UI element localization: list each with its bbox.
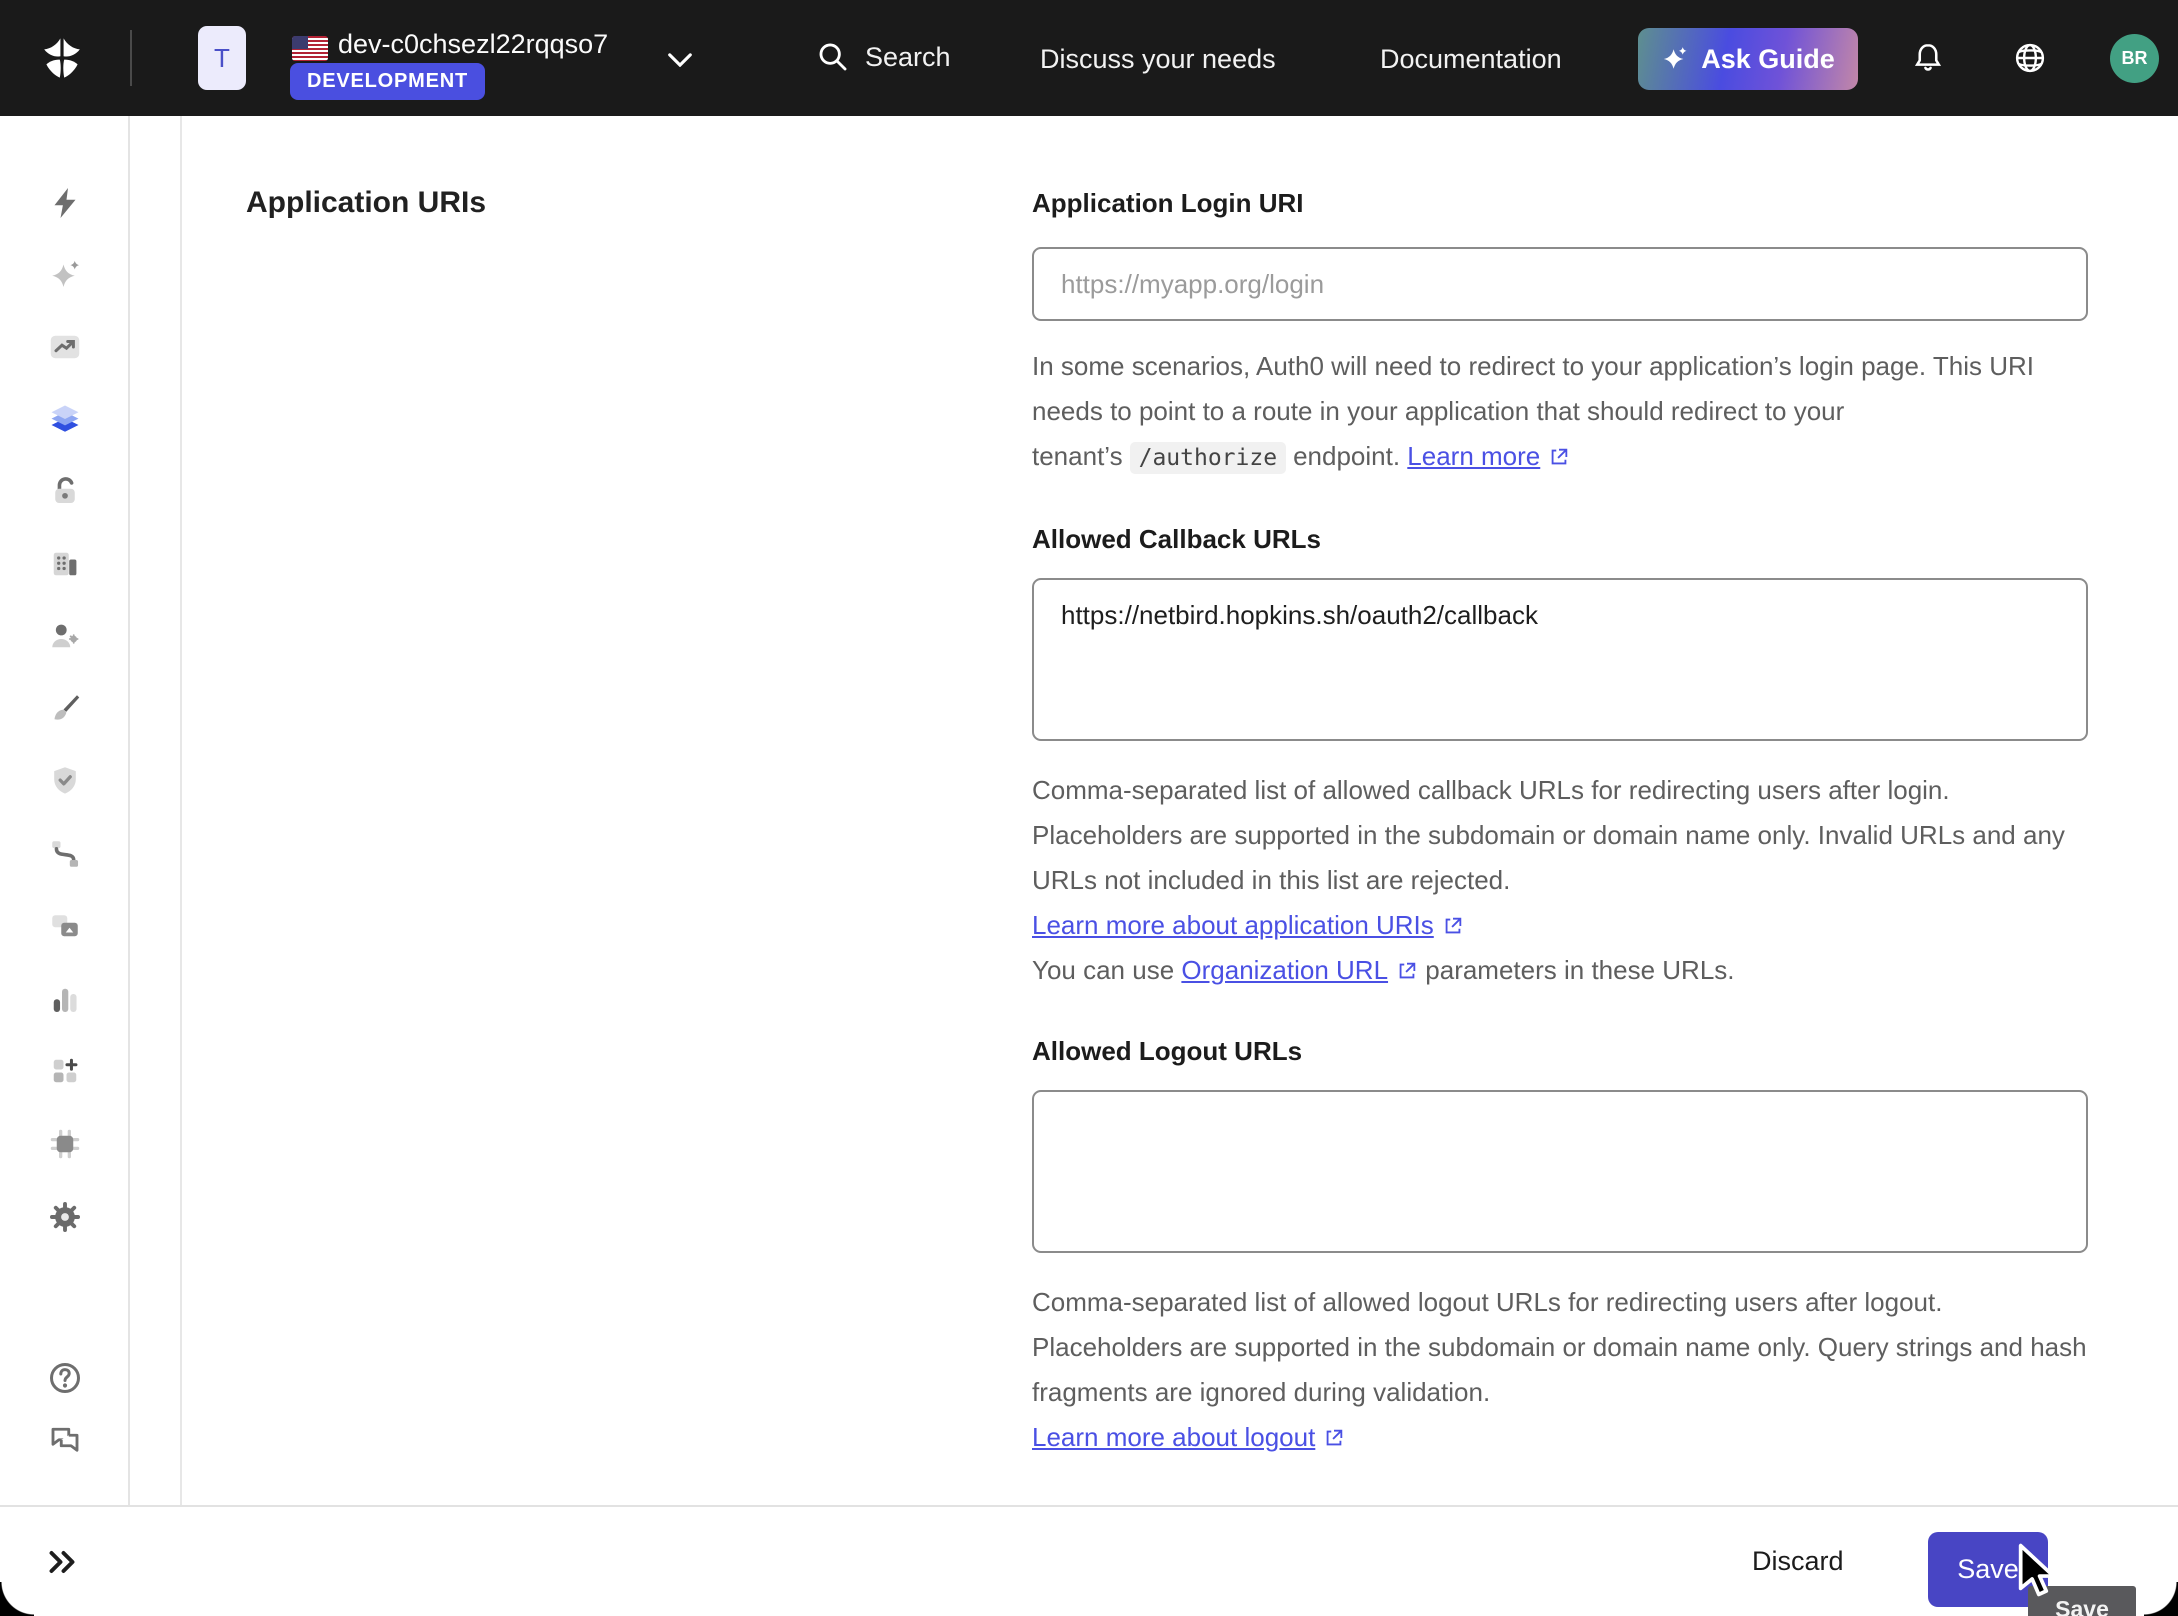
paintbrush-icon[interactable] xyxy=(47,690,83,726)
topbar-divider xyxy=(130,30,132,86)
external-link-icon xyxy=(1548,446,1570,468)
lock-open-icon[interactable] xyxy=(47,473,83,509)
external-link-icon xyxy=(1323,1427,1345,1449)
ask-guide-label: Ask Guide xyxy=(1701,44,1835,75)
logout-urls-description: Comma-separated list of allowed logout U… xyxy=(1032,1280,2088,1460)
gear-icon[interactable] xyxy=(47,1199,83,1235)
environment-badge: DEVELOPMENT xyxy=(290,63,485,100)
screen-corner xyxy=(2144,1582,2178,1616)
learn-more-link[interactable]: Learn more xyxy=(1407,441,1540,471)
chip-icon[interactable] xyxy=(47,1126,83,1162)
search-label: Search xyxy=(865,42,951,73)
bar-chart-icon[interactable] xyxy=(47,982,83,1018)
lightning-icon[interactable] xyxy=(47,185,83,221)
callback-urls-textarea[interactable]: https://netbird.hopkins.sh/oauth2/callba… xyxy=(1032,578,2088,741)
topbar: T dev-c0chsezl22rqqso7 DEVELOPMENT Searc… xyxy=(0,0,2178,116)
layers-icon[interactable] xyxy=(47,401,83,437)
auth0-dashboard: T dev-c0chsezl22rqqso7 DEVELOPMENT Searc… xyxy=(0,0,2178,1616)
search-button[interactable]: Search xyxy=(816,40,951,74)
callback-urls-desc-text: Comma-separated list of allowed callback… xyxy=(1032,768,2088,903)
ask-guide-button[interactable]: Ask Guide xyxy=(1638,28,1858,90)
user-settings-icon[interactable] xyxy=(47,618,83,654)
notifications-bell-icon[interactable] xyxy=(1910,40,1946,76)
login-uri-desc-text-2: endpoint. xyxy=(1293,441,1400,471)
login-uri-description: In some scenarios, Auth0 will need to re… xyxy=(1032,344,2088,481)
learn-more-logout-link[interactable]: Learn more about logout xyxy=(1032,1422,1315,1452)
callback-urls-label: Allowed Callback URLs xyxy=(1032,524,2088,555)
org-url-prefix: You can use xyxy=(1032,955,1181,985)
section-title: Application URIs xyxy=(246,186,486,220)
sparkle-icon xyxy=(1661,45,1689,73)
external-link-icon xyxy=(1442,915,1464,937)
auth0-logo-icon[interactable] xyxy=(38,34,86,82)
login-uri-label: Application Login URI xyxy=(1032,188,2088,219)
logout-urls-desc-text: Comma-separated list of allowed logout U… xyxy=(1032,1280,2088,1415)
action-bar xyxy=(0,1505,2178,1616)
mouse-cursor xyxy=(2018,1543,2058,1599)
logout-urls-label: Allowed Logout URLs xyxy=(1032,1036,2088,1067)
sidebar xyxy=(0,116,130,1616)
collapse-double-arrow-icon[interactable] xyxy=(44,1544,80,1580)
nav-discuss-your-needs[interactable]: Discuss your needs xyxy=(1040,44,1276,75)
callback-urls-description: Comma-separated list of allowed callback… xyxy=(1032,768,2088,993)
us-flag-icon xyxy=(292,36,328,61)
learn-more-application-uris-link[interactable]: Learn more about application URIs xyxy=(1032,910,1434,940)
login-uri-input[interactable] xyxy=(1032,247,2088,321)
tenant-avatar[interactable]: T xyxy=(198,26,246,90)
shield-check-icon[interactable] xyxy=(47,763,83,799)
sparkle-icon[interactable] xyxy=(47,257,83,293)
linked-cards-icon[interactable] xyxy=(47,910,83,946)
search-icon xyxy=(816,40,850,74)
trending-chart-icon[interactable] xyxy=(47,329,83,365)
external-link-icon xyxy=(1396,960,1418,982)
help-circle-icon[interactable] xyxy=(47,1360,83,1396)
chevron-down-icon[interactable] xyxy=(668,53,692,67)
discard-button[interactable]: Discard xyxy=(1752,1546,1844,1577)
globe-language-icon[interactable] xyxy=(2012,40,2048,76)
nav-documentation[interactable]: Documentation xyxy=(1380,44,1562,75)
grid-plus-icon[interactable] xyxy=(47,1053,83,1089)
logout-urls-textarea[interactable] xyxy=(1032,1090,2088,1253)
avatar-initials: BR xyxy=(2122,48,2148,69)
authorize-code-chip: /authorize xyxy=(1130,442,1286,474)
tenant-name[interactable]: dev-c0chsezl22rqqso7 xyxy=(338,29,608,60)
content-divider xyxy=(180,116,182,1505)
organization-url-link[interactable]: Organization URL xyxy=(1181,955,1388,985)
chat-bubbles-icon[interactable] xyxy=(47,1421,83,1457)
flow-icon[interactable] xyxy=(47,836,83,872)
screen-corner xyxy=(0,1582,34,1616)
building-icon[interactable] xyxy=(47,546,83,582)
tenant-initial: T xyxy=(214,43,230,74)
user-avatar[interactable]: BR xyxy=(2110,34,2159,83)
org-url-suffix: parameters in these URLs. xyxy=(1418,955,1734,985)
